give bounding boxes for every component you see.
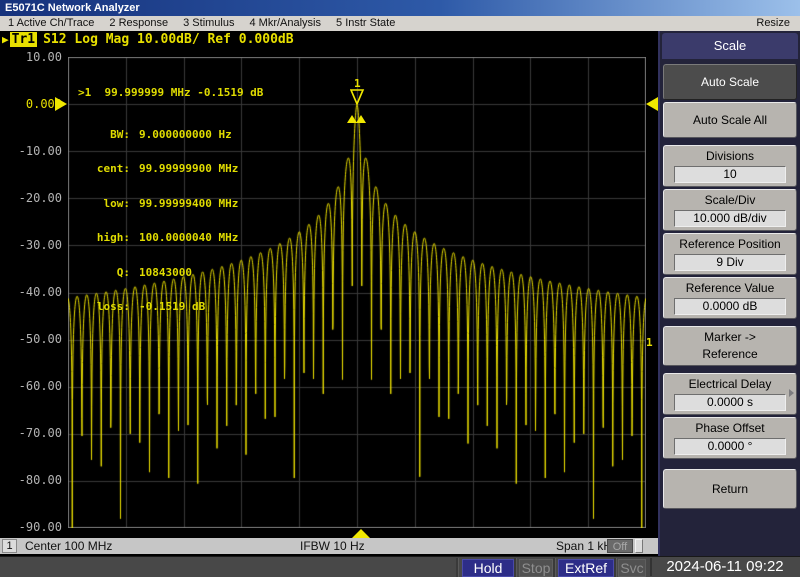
- menu-bar: 1 Active Ch/Trace 2 Response 3 Stimulus …: [0, 16, 800, 31]
- loss-label: loss:: [78, 301, 130, 313]
- off-badge: Off: [607, 539, 633, 553]
- channel-number-badge: 1: [2, 539, 17, 553]
- reference-value-value: 0.0000 dB: [674, 298, 786, 315]
- marker-to-reference-button[interactable]: Marker -> Reference: [663, 326, 797, 366]
- divisions-value: 10: [674, 166, 786, 183]
- bandwidth-high-marker-icon: [356, 115, 366, 123]
- y-axis-label: -90.00: [0, 520, 62, 534]
- auto-scale-all-button[interactable]: Auto Scale All: [663, 102, 797, 138]
- active-trace-pointer-icon: ▶: [2, 33, 9, 46]
- submenu-arrow-icon: [789, 389, 794, 397]
- extref-status-badge: ExtRef: [558, 559, 614, 577]
- trace-edge-indicator: 1: [646, 336, 653, 349]
- y-axis-label: -30.00: [0, 238, 62, 252]
- high-label: high:: [78, 232, 130, 244]
- menu-response[interactable]: 2 Response: [109, 16, 168, 31]
- electrical-delay-button[interactable]: Electrical Delay 0.0000 s: [663, 373, 797, 415]
- hold-status-badge: Hold: [462, 559, 514, 577]
- menu-instr-state[interactable]: 5 Instr State: [336, 16, 395, 31]
- low-label: low:: [78, 198, 130, 210]
- instrument-screen: ▶Tr1S12 Log Mag 10.00dB/ Ref 0.000dB 10.…: [0, 31, 658, 554]
- electrical-delay-value: 0.0000 s: [674, 394, 786, 411]
- y-axis-label: -10.00: [0, 144, 62, 158]
- return-button[interactable]: Return: [663, 469, 797, 509]
- stimulus-marker-icon[interactable]: [352, 529, 370, 538]
- reference-level-marker-right-icon[interactable]: [646, 97, 658, 111]
- softkey-menu-title: Scale: [662, 33, 798, 59]
- q-value: 10843000: [139, 267, 263, 279]
- scale-div-button[interactable]: Scale/Div 10.000 dB/div: [663, 189, 797, 231]
- ifbw-readout[interactable]: IFBW 10 Hz: [300, 538, 365, 554]
- center-frequency-readout[interactable]: Center 100 MHz: [25, 538, 112, 554]
- window-title-bar[interactable]: E5071C Network Analyzer: [0, 0, 800, 16]
- bw-label: BW:: [78, 129, 130, 141]
- y-axis-label: -20.00: [0, 191, 62, 205]
- trace-status-line[interactable]: ▶Tr1 S12 Log Mag 10.00dB/ Ref 0.000dB: [2, 32, 294, 47]
- phase-offset-button[interactable]: Phase Offset 0.0000 °: [663, 417, 797, 459]
- reference-level-marker-left-icon[interactable]: [55, 97, 67, 111]
- stop-status-badge: Stop: [519, 559, 553, 577]
- marker-readout: >1 99.999999 MHz -0.1519 dB BW: 9.0000000…: [78, 64, 263, 336]
- loss-value: -0.1519 dB: [139, 301, 263, 313]
- y-axis-label: -80.00: [0, 473, 62, 487]
- window-title: E5071C Network Analyzer: [5, 2, 140, 14]
- auto-scale-button[interactable]: Auto Scale: [663, 64, 797, 100]
- reference-position-button[interactable]: Reference Position 9 Div: [663, 233, 797, 275]
- y-axis-label: -50.00: [0, 332, 62, 346]
- bw-value: 9.000000000 Hz: [139, 129, 263, 141]
- low-value: 99.99999400 MHz: [139, 198, 263, 210]
- channel-status-bar: 1 Center 100 MHz IFBW 10 Hz Span 1 kHz O…: [0, 538, 658, 554]
- instrument-status-bar: Hold Stop ExtRef Svc 2024-06-11 09:22: [0, 556, 800, 577]
- menu-mkr-analysis[interactable]: 4 Mkr/Analysis: [249, 16, 321, 31]
- reference-position-value: 9 Div: [674, 254, 786, 271]
- q-label: Q:: [78, 267, 130, 279]
- menu-resize[interactable]: Resize: [756, 16, 790, 31]
- datetime-readout: 2024-06-11 09:22: [650, 558, 798, 576]
- reference-value-button[interactable]: Reference Value 0.0000 dB: [663, 277, 797, 319]
- marker-1-readout: >1 99.999999 MHz -0.1519 dB: [78, 87, 263, 99]
- cent-label: cent:: [78, 163, 130, 175]
- menu-active-ch-trace[interactable]: 1 Active Ch/Trace: [8, 16, 94, 31]
- trace-definition: S12 Log Mag 10.00dB/ Ref 0.000dB: [43, 32, 293, 47]
- marker-1-icon[interactable]: [350, 89, 365, 105]
- y-axis-reference-label: 0.000: [0, 97, 62, 111]
- channel-bar-handle[interactable]: [635, 539, 643, 553]
- cent-value: 99.99999900 MHz: [139, 163, 263, 175]
- divisions-button[interactable]: Divisions 10: [663, 145, 797, 187]
- y-axis-label: -60.00: [0, 379, 62, 393]
- y-axis-label: -70.00: [0, 426, 62, 440]
- high-value: 100.0000040 MHz: [139, 232, 263, 244]
- softkey-menu: Scale Auto Scale Auto Scale All Division…: [658, 31, 800, 556]
- svc-status-badge: Svc: [618, 559, 646, 577]
- scale-div-value: 10.000 dB/div: [674, 210, 786, 227]
- y-axis-label: -40.00: [0, 285, 62, 299]
- trace-name-badge[interactable]: Tr1: [10, 32, 37, 47]
- phase-offset-value: 0.0000 °: [674, 438, 786, 455]
- menu-stimulus[interactable]: 3 Stimulus: [183, 16, 234, 31]
- y-axis-label: 10.00: [0, 50, 62, 64]
